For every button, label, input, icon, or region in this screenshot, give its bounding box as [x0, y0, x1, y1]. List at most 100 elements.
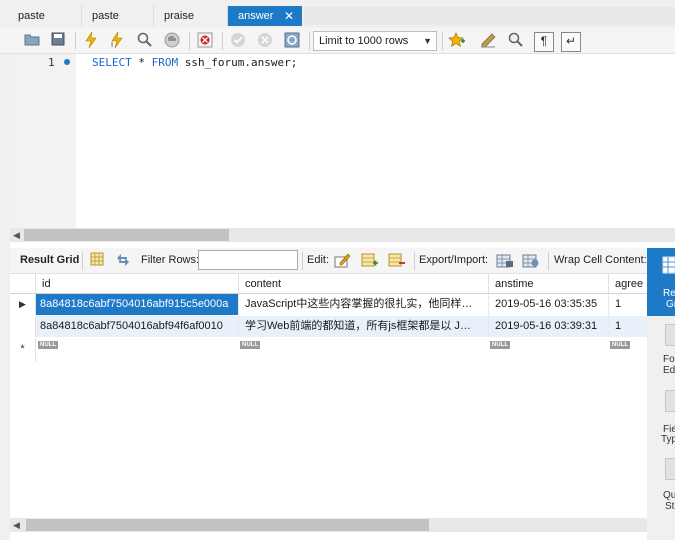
sql-keyword: SELECT: [92, 56, 132, 69]
editor-horizontal-scrollbar[interactable]: ◀: [10, 228, 675, 242]
grid-icon: [662, 256, 675, 274]
limit-rows-value: Limit to 1000 rows: [319, 35, 409, 47]
statement-marker-icon: [64, 59, 70, 65]
left-edge: [0, 54, 10, 540]
field-types-icon: [665, 390, 675, 412]
tab-label: answer: [238, 10, 274, 22]
cell-agree[interactable]: 1: [609, 316, 647, 337]
bookmark-icon[interactable]: [448, 32, 466, 50]
grid-layout-icon[interactable]: [88, 252, 106, 270]
cell-id[interactable]: 8a84818c6abf7504016abf94f6af0010: [36, 316, 239, 337]
insert-row-icon[interactable]: [361, 252, 379, 270]
toolbar-separator: [442, 32, 443, 50]
sql-keyword: FROM: [151, 56, 179, 69]
scrollbar-thumb[interactable]: [24, 229, 229, 241]
column-header-label: anstime: [495, 278, 534, 290]
cell-content[interactable]: JavaScript中这些内容掌握的很扎实，他同样…: [239, 294, 489, 315]
side-label: Typ: [661, 434, 675, 445]
toolbar-separator: [189, 32, 190, 50]
result-grid-label: Result Grid: [20, 254, 80, 266]
side-label: Qu: [663, 490, 675, 501]
commit-icon[interactable]: [229, 32, 247, 50]
column-header-label: agree: [615, 278, 644, 290]
query-toolbar: I Limit to 1000 rows ▼ ¶ ↵: [0, 28, 675, 54]
column-header-agree[interactable]: agree: [609, 274, 647, 294]
column-header-id[interactable]: id: [36, 274, 239, 294]
null-badge: NULL: [610, 341, 630, 349]
wrap-cell-label: Wrap Cell Content:: [554, 254, 647, 266]
null-badge: NULL: [240, 341, 260, 349]
edit-row-icon[interactable]: [334, 252, 352, 270]
toggle-error-icon[interactable]: [196, 32, 214, 50]
edit-label: Edit:: [307, 254, 330, 266]
execute-current-icon[interactable]: I: [108, 31, 126, 50]
export-icon[interactable]: [496, 252, 514, 270]
toolbar-separator: [82, 252, 83, 270]
column-header-label: content: [245, 278, 282, 290]
close-icon[interactable]: ✕: [284, 6, 294, 26]
invisible-chars-icon[interactable]: ¶: [534, 32, 554, 52]
side-label: Fo: [663, 354, 675, 365]
tab-label: praise: [164, 10, 194, 22]
side-label: Gr: [666, 299, 675, 310]
column-header-content[interactable]: content: [239, 274, 489, 294]
toolbar-separator: [548, 252, 549, 270]
sql-text: ssh_forum.answer;: [178, 56, 298, 69]
open-folder-icon[interactable]: [23, 32, 41, 50]
scrollbar-thumb[interactable]: [26, 519, 429, 531]
save-icon[interactable]: [49, 32, 67, 50]
new-row-marker: *: [10, 338, 36, 362]
find-icon[interactable]: [507, 32, 525, 50]
sql-editor[interactable]: SELECT * FROM ssh_forum.answer;: [76, 54, 675, 228]
sql-statement: SELECT * FROM ssh_forum.answer;: [92, 56, 297, 69]
query-stats-icon: [665, 458, 675, 480]
execute-icon[interactable]: [82, 31, 100, 50]
tab-answer[interactable]: answer ✕: [228, 6, 302, 26]
sql-text: *: [131, 56, 152, 69]
cell-id[interactable]: 8a84818c6abf7504016abf915c5e000a: [36, 294, 239, 315]
null-badge: NULL: [38, 341, 58, 349]
toolbar-separator: [302, 252, 303, 270]
filter-rows-input[interactable]: [198, 250, 298, 270]
toolbar-separator: [75, 32, 76, 50]
limit-rows-select[interactable]: Limit to 1000 rows ▼: [313, 31, 437, 51]
grid-horizontal-scrollbar[interactable]: ◀: [10, 518, 647, 532]
cell-anstime[interactable]: 2019-05-16 03:39:31: [489, 316, 609, 337]
row-header-corner: [10, 274, 36, 294]
tab-paste-2[interactable]: paste: [82, 6, 154, 26]
delete-row-icon[interactable]: [388, 252, 406, 270]
row-selector[interactable]: [10, 316, 36, 337]
result-grid[interactable]: id content anstime agree ▶ 8a84818c6abf7…: [10, 274, 647, 518]
refresh-icon[interactable]: [114, 252, 132, 270]
result-side-panel: Re Gr Fo Ed Fie Typ Qu St: [647, 248, 675, 540]
null-badge: NULL: [490, 341, 510, 349]
cell-content[interactable]: 学习Web前端的都知道，所有js框架都是以 J…: [239, 316, 489, 337]
rollback-icon[interactable]: [256, 32, 274, 50]
form-editor-icon: [665, 324, 675, 346]
scroll-left-icon[interactable]: ◀: [13, 228, 20, 242]
cell-agree[interactable]: 1: [609, 294, 647, 315]
toolbar-separator: [309, 32, 310, 50]
stop-icon[interactable]: [163, 32, 181, 50]
result-toolbar: Result Grid Filter Rows: Edit: Export/Im…: [10, 248, 647, 274]
side-label: Re: [663, 288, 675, 299]
tab-label: paste: [92, 10, 119, 22]
current-row-icon[interactable]: ▶: [10, 294, 36, 315]
side-label: St: [665, 501, 675, 512]
filter-rows-label: Filter Rows:: [141, 254, 200, 266]
column-header-anstime[interactable]: anstime: [489, 274, 609, 294]
autocommit-icon[interactable]: [283, 32, 301, 50]
import-icon[interactable]: [522, 252, 540, 270]
explain-icon[interactable]: [136, 32, 154, 50]
side-result-grid-button[interactable]: Re Gr: [647, 248, 675, 316]
editor-gutter: 1: [10, 54, 76, 228]
beautify-icon[interactable]: [480, 32, 498, 50]
wrap-icon[interactable]: ↵: [561, 32, 581, 52]
tab-praise[interactable]: praise: [154, 6, 228, 26]
cell-anstime[interactable]: 2019-05-16 03:35:35: [489, 294, 609, 315]
column-header-label: id: [42, 278, 51, 290]
side-label: Ed: [663, 365, 675, 376]
tab-paste-1[interactable]: paste: [8, 6, 82, 26]
scroll-left-icon[interactable]: ◀: [13, 518, 20, 532]
line-number: 1: [48, 56, 55, 69]
